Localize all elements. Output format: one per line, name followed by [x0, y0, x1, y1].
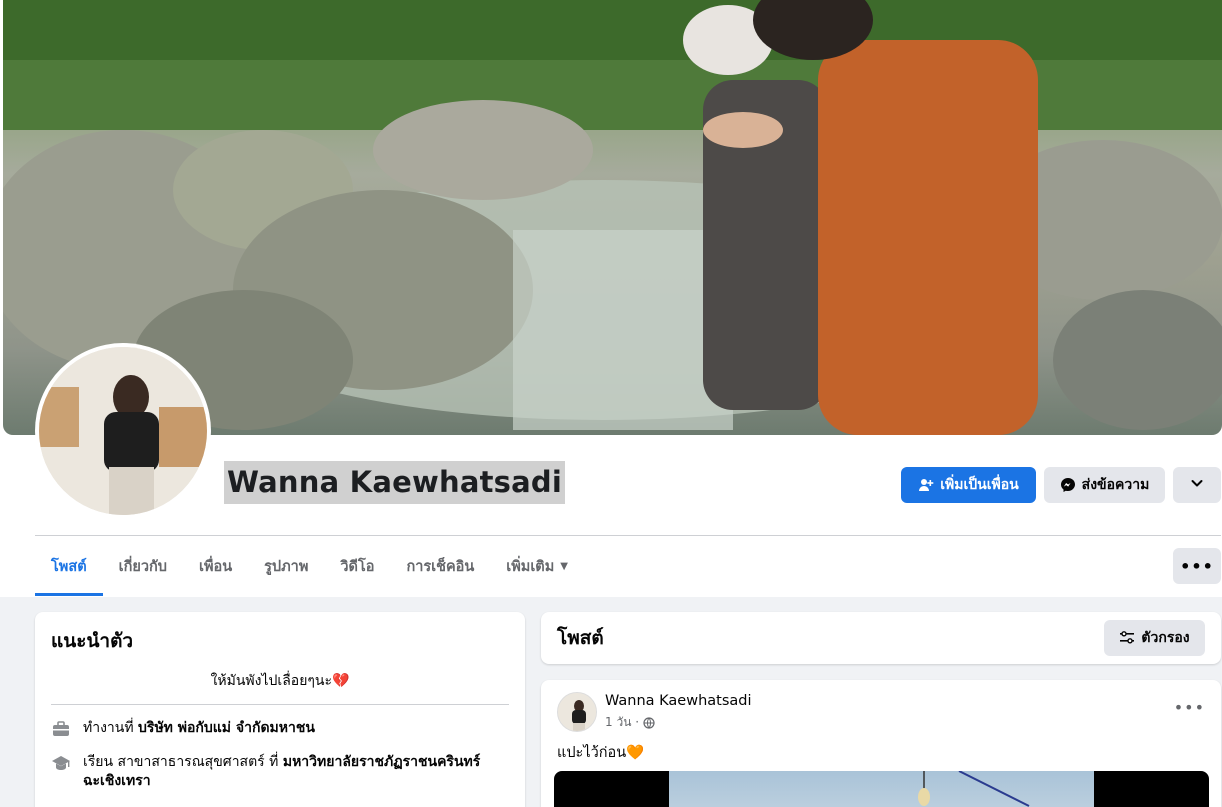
filter-button[interactable]: ตัวกรอง	[1104, 620, 1205, 656]
tab-posts[interactable]: โพสต์	[35, 536, 103, 596]
post-time[interactable]: 1 วัน ·	[605, 713, 639, 732]
posts-title: โพสต์	[557, 627, 604, 649]
education-text: เรียน สาขาสาธารณสุขศาสตร์ ที่ มหาวิทยาลั…	[83, 753, 509, 791]
tab-label: เพิ่มเติม	[506, 558, 555, 575]
education-info: เรียน สาขาสาธารณสุขศาสตร์ ที่ มหาวิทยาลั…	[51, 753, 509, 791]
tab-label: โพสต์	[51, 558, 87, 575]
work-info: ทำงานที่ บริษัท พ่อกับแม่ จำกัดมหาชน	[51, 719, 509, 739]
tab-friends[interactable]: เพื่อน	[183, 536, 248, 596]
profile-name: Wanna Kaewhatsadi	[224, 461, 565, 504]
posts-header-card: โพสต์ ตัวกรอง	[541, 612, 1221, 664]
tab-more[interactable]: เพิ่มเติม ▼	[490, 536, 584, 596]
tab-videos[interactable]: วิดีโอ	[324, 536, 390, 596]
post-image-content	[669, 771, 1094, 807]
tab-label: รูปภาพ	[264, 558, 309, 575]
filter-label: ตัวกรอง	[1141, 630, 1190, 646]
work-prefix: ทำงานที่	[83, 720, 134, 736]
profile-avatar[interactable]	[35, 343, 211, 519]
tabs-more-options-button[interactable]: •••	[1173, 548, 1221, 584]
work-text: ทำงานที่ บริษัท พ่อกับแม่ จำกัดมหาชน	[83, 719, 315, 738]
graduation-cap-icon	[51, 753, 71, 773]
profile-more-button[interactable]	[1173, 467, 1221, 503]
profile-tabs: โพสต์ เกี่ยวกับ เพื่อน รูปภาพ วิดีโอ การ…	[35, 536, 584, 596]
briefcase-icon	[51, 719, 71, 739]
post-text: แปะไว้ก่อน🧡	[557, 745, 645, 761]
work-place[interactable]: บริษัท พ่อกับแม่ จำกัดมหาชน	[138, 720, 315, 736]
study-prefix: เรียน สาขาสาธารณสุขศาสตร์ ที่	[83, 754, 279, 770]
intro-bio: ให้มันพังไปเลื่อยๆนะ💔	[51, 670, 509, 705]
message-button[interactable]: ส่งข้อความ	[1044, 467, 1165, 503]
tab-label: วิดีโอ	[340, 558, 375, 575]
message-label: ส่งข้อความ	[1081, 477, 1150, 493]
filter-sliders-icon	[1119, 630, 1135, 646]
tab-label: การเช็คอิน	[406, 558, 475, 575]
ellipsis-icon: •••	[1173, 698, 1205, 717]
add-friend-label: เพิ่มเป็นเพื่อน	[940, 477, 1019, 493]
chevron-down-icon	[1190, 476, 1204, 494]
tab-about[interactable]: เกี่ยวกับ	[103, 536, 183, 596]
tab-label: เพื่อน	[198, 558, 233, 575]
ellipsis-icon: •••	[1180, 556, 1214, 576]
post-image[interactable]	[554, 771, 1209, 807]
intro-title: แนะนำตัว	[51, 630, 134, 652]
tab-photos[interactable]: รูปภาพ	[248, 536, 324, 596]
post-options-button[interactable]: •••	[1174, 698, 1205, 717]
post-author-name[interactable]: Wanna Kaewhatsadi	[605, 693, 752, 709]
globe-icon	[643, 716, 655, 729]
add-friend-button[interactable]: เพิ่มเป็นเพื่อน	[901, 467, 1036, 503]
post-author-avatar[interactable]	[557, 692, 597, 732]
post-card: Wanna Kaewhatsadi 1 วัน · ••• แปะไว้ก่อน…	[541, 680, 1221, 807]
intro-card: แนะนำตัว ให้มันพังไปเลื่อยๆนะ💔 ทำงานที่ …	[35, 612, 525, 807]
post-meta: 1 วัน ·	[605, 713, 655, 732]
add-friend-icon	[918, 477, 934, 493]
caret-down-icon: ▼	[560, 560, 568, 572]
tab-checkins[interactable]: การเช็คอิน	[390, 536, 490, 596]
profile-header: Wanna Kaewhatsadi เพิ่มเป็นเพื่อน ส่งข้อ…	[0, 0, 1222, 597]
tab-label: เกี่ยวกับ	[118, 558, 167, 575]
avatar-image	[39, 347, 207, 515]
messenger-icon	[1060, 477, 1076, 493]
